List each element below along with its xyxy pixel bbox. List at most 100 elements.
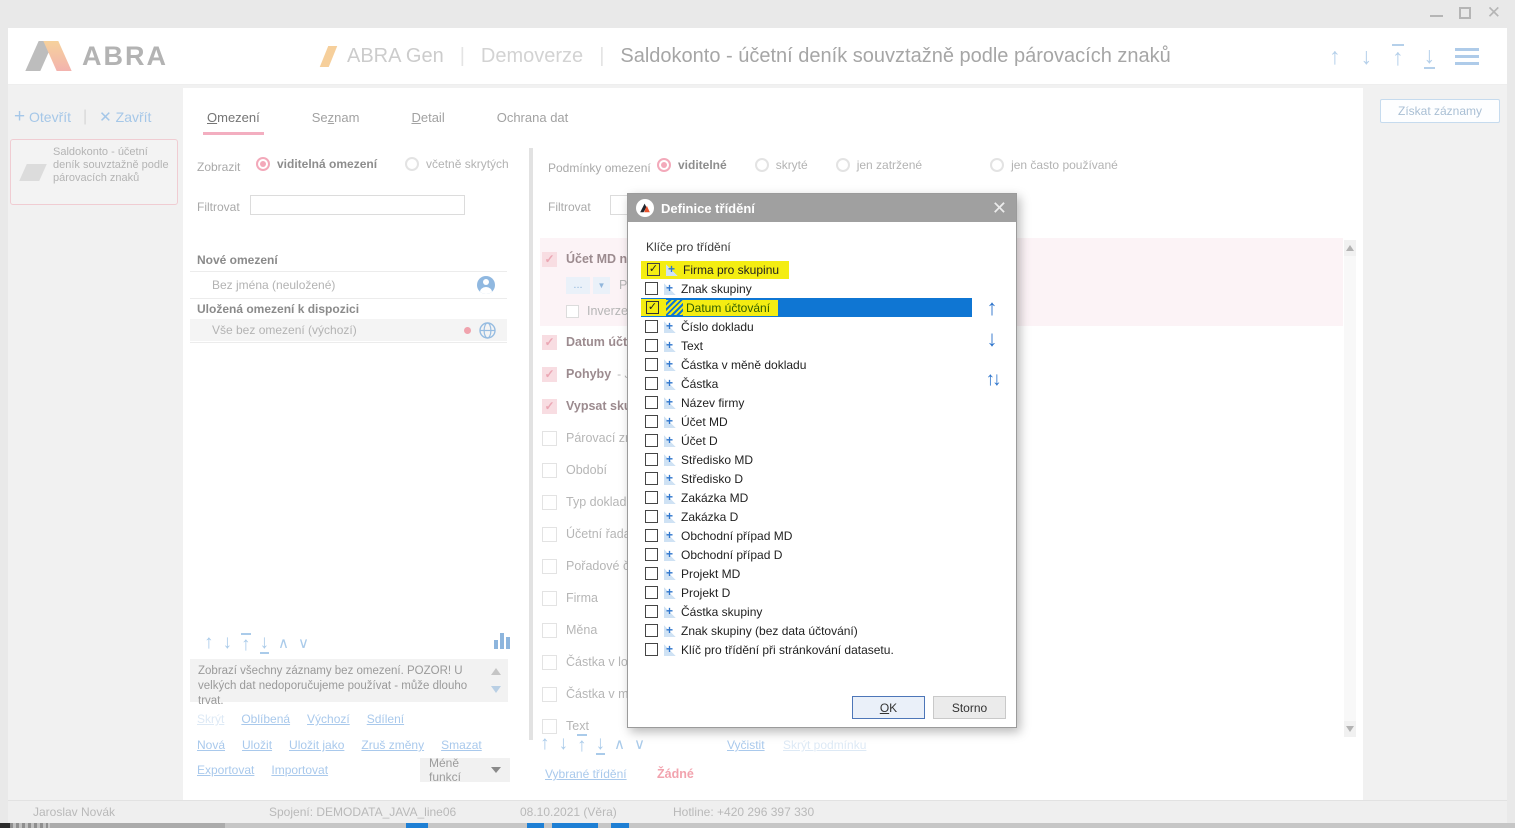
sort-item[interactable]: Obchodní případ MD — [641, 526, 972, 545]
sort-checkbox[interactable]: ✓ — [646, 301, 659, 314]
sort-item[interactable]: Projekt D — [641, 583, 972, 602]
scroll-down-icon[interactable] — [1344, 721, 1356, 737]
unchecked-checkbox-icon[interactable] — [542, 719, 557, 734]
move-up-icon[interactable]: ↑ — [204, 632, 214, 654]
collapse-icon[interactable]: ∧ — [278, 634, 289, 652]
ok-button[interactable]: OK — [852, 696, 925, 719]
move-first-icon[interactable]: ↑ — [241, 633, 251, 654]
link-smazat[interactable]: Smazat — [441, 738, 482, 752]
sort-checkbox[interactable] — [645, 415, 658, 428]
sort-checkbox[interactable] — [645, 434, 658, 447]
link-skrýt[interactable]: Skrýt — [197, 712, 224, 726]
move-first-icon[interactable]: ↑ — [1392, 44, 1404, 69]
move-last-icon[interactable]: ↓ — [596, 734, 606, 755]
sort-item[interactable]: ✓Firma pro skupinu — [641, 260, 972, 279]
sort-checkbox[interactable] — [645, 586, 658, 599]
checked-checkbox-icon[interactable]: ✓ — [542, 399, 557, 414]
sort-checkbox[interactable] — [645, 358, 658, 371]
sort-item[interactable]: Číslo dokladu — [641, 317, 972, 336]
unchecked-checkbox-icon[interactable] — [542, 655, 557, 670]
window-close-button[interactable]: ✕ — [1487, 6, 1501, 19]
unchecked-checkbox-icon[interactable] — [542, 559, 557, 574]
checked-checkbox-icon[interactable]: ✓ — [542, 335, 557, 350]
radio-viditelné[interactable]: viditelné — [657, 158, 727, 172]
checked-checkbox-icon[interactable]: ✓ — [542, 252, 557, 267]
unchecked-checkbox-icon[interactable] — [542, 623, 557, 638]
sort-checkbox[interactable] — [645, 548, 658, 561]
link-exportovat[interactable]: Exportovat — [197, 763, 254, 777]
sort-checkbox[interactable] — [645, 510, 658, 523]
chart-icon[interactable] — [494, 633, 510, 649]
tab-seznam[interactable]: Seznam — [310, 104, 362, 137]
sort-item[interactable]: Projekt MD — [641, 564, 972, 583]
move-last-icon[interactable]: ↓ — [260, 633, 270, 654]
collapse-icon[interactable]: ∧ — [614, 735, 625, 753]
sort-checkbox[interactable] — [645, 396, 658, 409]
sort-checkbox[interactable] — [645, 643, 658, 656]
move-up-icon[interactable]: ↑ — [1329, 45, 1341, 68]
condition-dropdown-button[interactable]: ▼ — [593, 277, 610, 294]
link-zruš-změny[interactable]: Zruš změny — [361, 738, 424, 752]
radio-skryté[interactable]: skryté — [755, 158, 808, 172]
move-down-icon[interactable]: ↓ — [223, 632, 233, 654]
link-oblíbená[interactable]: Oblíbená — [241, 712, 290, 726]
unchecked-checkbox-icon[interactable] — [542, 527, 557, 542]
checked-checkbox-icon[interactable]: ✓ — [542, 367, 557, 382]
sort-item[interactable]: Text — [641, 336, 972, 355]
filter-input-left[interactable] — [250, 195, 465, 215]
sort-item[interactable]: Částka — [641, 374, 972, 393]
sidebar-item-saldokonto[interactable]: Saldokonto - účetní deník souvztažně pod… — [10, 139, 178, 205]
dialog-close-icon[interactable]: ✕ — [992, 198, 1007, 219]
move-down-icon[interactable]: ↓ — [559, 733, 569, 755]
open-button[interactable]: + Otevřít — [14, 106, 71, 128]
dialog-titlebar[interactable]: Definice třídění ✕ — [628, 194, 1016, 222]
link-importovat[interactable]: Importovat — [271, 763, 328, 777]
radio-jen-často-používané[interactable]: jen často používané — [990, 158, 1118, 172]
sort-item[interactable]: ✓Datum účtování — [641, 298, 972, 317]
move-last-icon[interactable]: ↓ — [1424, 44, 1436, 69]
sort-item[interactable]: Znak skupiny (bez data účtování) — [641, 621, 972, 640]
sort-checkbox[interactable] — [645, 339, 658, 352]
link-výchozí[interactable]: Výchozí — [307, 712, 350, 726]
scroll-up-icon[interactable] — [491, 668, 501, 675]
sort-move-up-icon[interactable]: ↑ — [977, 297, 1007, 319]
sort-item[interactable]: Zakázka MD — [641, 488, 972, 507]
condition-picker-button[interactable]: ... — [566, 277, 590, 294]
expand-icon[interactable]: ∨ — [298, 634, 309, 652]
window-minimize-button[interactable] — [1430, 6, 1443, 19]
saved-restriction-row[interactable]: Vše bez omezení (výchozí) — [190, 319, 507, 341]
sort-item[interactable]: Znak skupiny — [641, 279, 972, 298]
sort-item[interactable]: Účet D — [641, 431, 972, 450]
sort-checkbox[interactable] — [645, 529, 658, 542]
link-uložit[interactable]: Uložit — [242, 738, 272, 752]
sort-item[interactable]: Částka v měně dokladu — [641, 355, 972, 374]
sort-checkbox[interactable] — [645, 320, 658, 333]
sort-item[interactable]: Klíč pro třídění při stránkování dataset… — [641, 640, 972, 659]
unchecked-checkbox-icon[interactable] — [542, 495, 557, 510]
scroll-up-icon[interactable] — [1344, 240, 1356, 256]
sort-checkbox[interactable]: ✓ — [647, 263, 660, 276]
sort-item[interactable]: Zakázka D — [641, 507, 972, 526]
move-down-icon[interactable]: ↓ — [1361, 45, 1373, 68]
unchecked-checkbox-icon[interactable] — [542, 431, 557, 446]
link-sdílení[interactable]: Sdílení — [367, 712, 404, 726]
unchecked-checkbox-icon[interactable] — [542, 591, 557, 606]
move-up-icon[interactable]: ↑ — [540, 733, 550, 755]
unchecked-checkbox-icon[interactable] — [542, 687, 557, 702]
menu-icon[interactable] — [1455, 48, 1479, 65]
expand-icon[interactable]: ∨ — [634, 735, 645, 753]
conditions-scrollbar[interactable] — [1344, 240, 1356, 737]
sort-checkbox[interactable] — [645, 567, 658, 580]
sort-item[interactable]: Středisko D — [641, 469, 972, 488]
window-maximize-button[interactable] — [1459, 7, 1471, 19]
tab-omezení[interactable]: Omezení — [205, 104, 262, 137]
radio-viditelná-omezení[interactable]: viditelná omezení — [256, 157, 377, 171]
unsaved-restriction-row[interactable]: Bez jména (neuložené) — [190, 275, 507, 297]
tab-ochrana-dat[interactable]: Ochrana dat — [495, 104, 571, 137]
inverse-checkbox[interactable] — [566, 305, 579, 318]
close-button[interactable]: ✕ Zavřít — [99, 108, 151, 126]
scroll-down-icon[interactable] — [491, 686, 501, 693]
link-uložit-jako[interactable]: Uložit jako — [289, 738, 344, 752]
cancel-button[interactable]: Storno — [933, 696, 1006, 719]
sort-checkbox[interactable] — [645, 472, 658, 485]
